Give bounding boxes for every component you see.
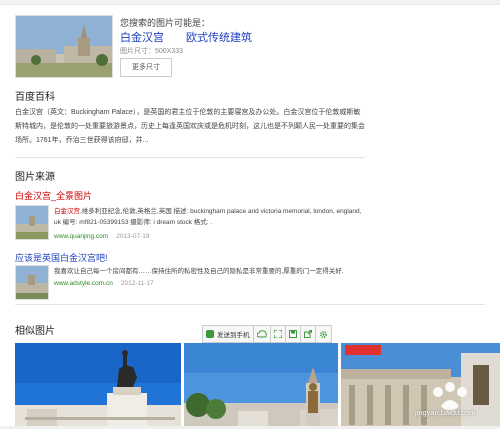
top-bar xyxy=(0,0,500,5)
share-icon xyxy=(303,330,312,338)
similar-image-2[interactable] xyxy=(184,343,338,429)
divider xyxy=(15,157,365,158)
source-url-2[interactable]: www.adstyle.com.cn xyxy=(54,280,113,287)
save-icon xyxy=(288,330,297,338)
similar-title: 相似图片 xyxy=(15,326,55,337)
more-sizes-button[interactable]: 更多尺寸 xyxy=(120,58,172,77)
image-toolbar: 发送到手机 xyxy=(202,325,332,343)
watermark-text: jingyan.baidu.com xyxy=(415,408,476,417)
sources-title: 图片来源 xyxy=(15,172,55,183)
guess-link-buckingham[interactable]: 白金汉宫 xyxy=(120,32,164,44)
divider xyxy=(15,304,485,305)
source-desc-1: 白金汉宫,维多利亚纪念,伦敦,英格兰,英国 描述: buckingham pal… xyxy=(54,206,364,228)
source-date-1: 2013-07-19 xyxy=(116,233,150,240)
gear-icon xyxy=(319,330,327,338)
watermark-logo xyxy=(408,376,496,426)
source-date-2: 2012-11-17 xyxy=(120,280,154,287)
source-thumbnail-1[interactable] xyxy=(15,205,49,240)
share-button[interactable] xyxy=(301,326,316,342)
source-title-2[interactable]: 应该是英国白金汉宫吧! xyxy=(15,251,108,264)
expand-icon xyxy=(273,330,282,338)
cloud-save-button[interactable] xyxy=(254,326,271,342)
similar-image-1[interactable] xyxy=(15,343,181,429)
source-desc-highlight-1: 白金汉宫 xyxy=(54,208,80,215)
source-meta-2: www.adstyle.com.cn 2012-11-17 xyxy=(54,280,154,287)
phone-icon xyxy=(206,330,214,338)
cloud-icon xyxy=(256,330,267,338)
image-size-text: 图片尺寸：500X333 xyxy=(120,48,184,55)
send-to-phone-button[interactable]: 发送到手机 xyxy=(203,326,254,342)
baike-title: 百度百科 xyxy=(15,92,55,103)
guess-label: 您搜索的图片可能是： xyxy=(120,18,211,28)
source-url-1[interactable]: www.quanjing.com xyxy=(54,233,108,240)
source-desc-text-1: ,维多利亚纪念,伦敦,英格兰,英国 描述: buckingham palace … xyxy=(54,208,362,226)
query-image xyxy=(15,15,113,78)
guess-link-european-architecture[interactable]: 欧式传统建筑 xyxy=(186,32,252,44)
baike-text: 白金汉宫（英文：Buckingham Palace），是英国的君主位于伦敦的主要… xyxy=(15,109,365,144)
source-title-1[interactable]: 白金汉宫_全景图片 xyxy=(15,189,92,202)
source-meta-1: www.quanjing.com 2013-07-19 xyxy=(54,233,149,240)
save-button[interactable] xyxy=(286,326,301,342)
source-thumbnail-2[interactable] xyxy=(15,265,49,300)
settings-button[interactable] xyxy=(316,326,331,342)
guess-links: 白金汉宫 欧式传统建筑 xyxy=(120,29,274,45)
fullscreen-button[interactable] xyxy=(271,326,286,342)
source-desc-2: 我喜欢让自己每一个房间都有……保持住所的私密性及自己的隐私是非常重要的,厚重的门… xyxy=(54,268,344,275)
